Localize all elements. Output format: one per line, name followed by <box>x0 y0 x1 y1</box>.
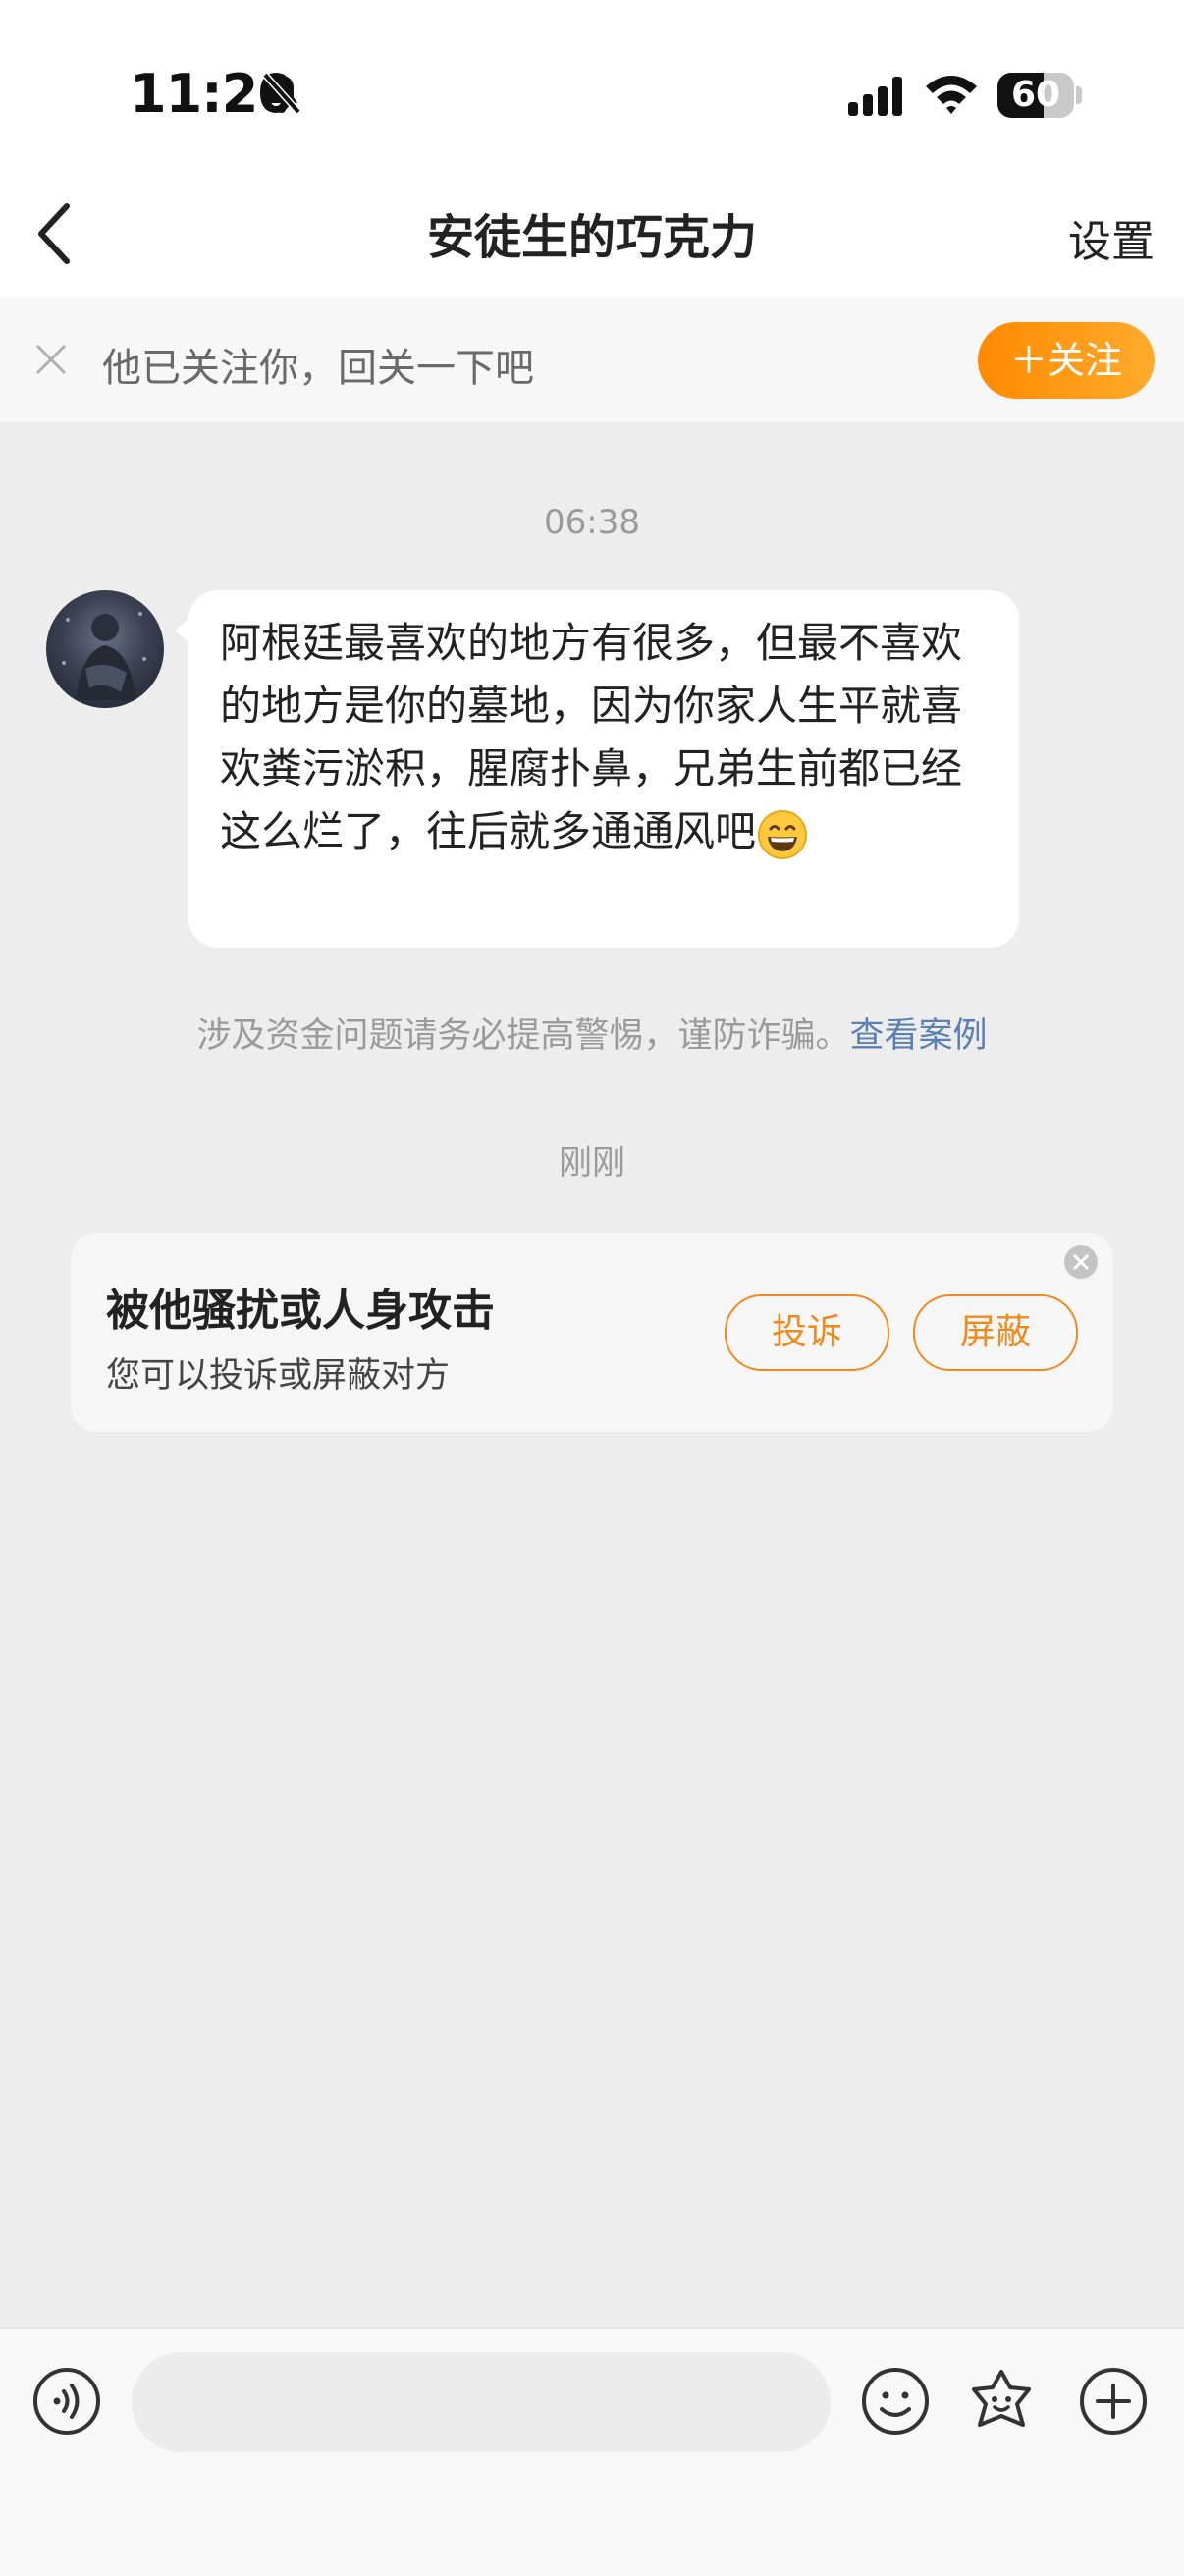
avatar-image <box>62 612 146 700</box>
view-cases-link[interactable]: 查看案例 <box>850 1016 988 1056</box>
silent-bell-icon <box>262 72 301 115</box>
voice-icon[interactable] <box>31 2366 102 2437</box>
fraud-notice: 涉及资金问题请务必提高警惕，谨防诈骗。查看案例 <box>0 1008 1184 1058</box>
avatar[interactable] <box>46 590 164 708</box>
wifi-icon <box>926 76 977 114</box>
status-bar: 11:20 60 <box>0 0 1184 167</box>
report-card-subtitle: 您可以投诉或屏蔽对方 <box>106 1356 451 1396</box>
input-bar <box>0 2328 1184 2576</box>
plus-icon[interactable] <box>1078 2366 1149 2437</box>
message-timestamp-recent: 刚刚 <box>559 1143 625 1182</box>
close-icon[interactable] <box>31 340 71 379</box>
emoji-icon[interactable] <box>860 2366 931 2437</box>
grinning-face-icon <box>758 809 808 859</box>
follow-back-banner: 他已关注你，回关一下吧 ＋关注 <box>0 297 1184 422</box>
battery-percent: 60 <box>1010 75 1061 115</box>
nav-bar: 安徒生的巧克力 设置 <box>0 167 1184 298</box>
message-timestamp: 06:38 <box>544 503 640 542</box>
follow-button[interactable]: ＋关注 <box>978 322 1155 399</box>
close-circle-icon[interactable] <box>1062 1243 1100 1281</box>
follow-back-text: 他已关注你，回关一下吧 <box>102 346 534 391</box>
message-text: 阿根廷最喜欢的地方有很多，但最不喜欢的地方是你的墓地，因为你家人生平就喜欢粪污淤… <box>220 619 963 855</box>
chat-title: 安徒生的巧克力 <box>426 210 757 265</box>
settings-button[interactable]: 设置 <box>1068 206 1155 269</box>
message-input[interactable] <box>132 2352 831 2452</box>
report-card-title: 被他骚扰或人身攻击 <box>106 1286 495 1336</box>
harassment-report-card: 被他骚扰或人身攻击 您可以投诉或屏蔽对方 投诉 屏蔽 <box>71 1233 1113 1432</box>
cellular-signal-icon <box>848 77 902 116</box>
complain-button[interactable]: 投诉 <box>725 1294 889 1371</box>
battery-indicator: 60 <box>997 73 1074 118</box>
battery-cap <box>1076 86 1082 104</box>
message-bubble[interactable]: 阿根廷最喜欢的地方有很多，但最不喜欢的地方是你的墓地，因为你家人生平就喜欢粪污淤… <box>188 590 1019 948</box>
block-button[interactable]: 屏蔽 <box>913 1294 1078 1371</box>
fraud-notice-text: 涉及资金问题请务必提高警惕，谨防诈骗。 <box>196 1016 850 1056</box>
sticker-icon[interactable] <box>966 2366 1037 2437</box>
message-text-container: 阿根廷最喜欢的地方有很多，但最不喜欢的地方是你的墓地，因为你家人生平就喜欢粪污淤… <box>220 612 986 863</box>
